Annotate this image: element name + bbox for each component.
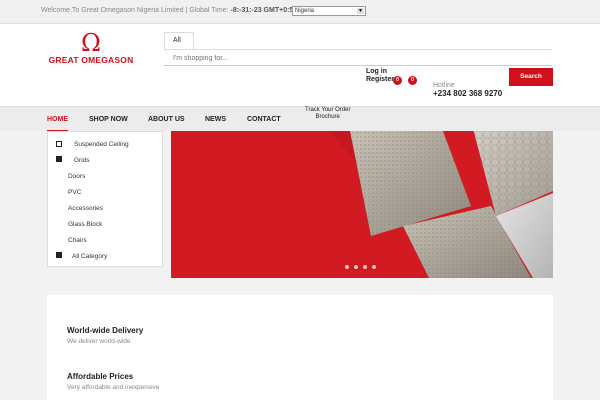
omega-logo-icon: Ω [81,29,101,57]
search-divider [164,49,552,50]
nav-contact[interactable]: CONTACT [247,116,281,123]
country-select[interactable]: Nigeria ▼ [292,6,366,16]
ceiling-tiles-image [171,131,553,278]
search-button[interactable]: Search [509,68,553,86]
register-link[interactable]: Register [366,76,394,84]
category-doors[interactable]: Doors [68,173,85,180]
brand-name: GREAT OMEGASON [48,55,134,65]
hotline-number[interactable]: +234 802 368 9270 [433,89,502,98]
slide-dot[interactable] [372,265,376,269]
category-chairs[interactable]: Chairs [68,237,87,244]
wishlist-count-badge[interactable]: 0 [393,76,402,85]
welcome-text: Welcome To Great Omegason Nigeria Limite… [41,7,307,14]
login-link[interactable]: Log in [366,68,394,76]
category-pvc[interactable]: PVC [68,189,81,196]
nav-about-us[interactable]: ABOUT US [148,116,185,123]
slide-dot[interactable] [354,265,358,269]
header: Ω GREAT OMEGASON All Log in Register 0 0… [0,24,600,106]
feature-title: World-wide Delivery [67,326,144,335]
feature-subtitle: We deliver world-wide [67,338,131,345]
feature-title: Affordable Prices [67,372,134,381]
cart-count-badge[interactable]: 0 [408,76,417,85]
nav-home[interactable]: HOME [47,116,68,132]
grid-icon [56,156,62,162]
nav-news[interactable]: NEWS [205,116,226,123]
logo[interactable]: Ω GREAT OMEGASON [45,29,137,65]
nav-brochure[interactable]: Brochure [305,114,350,121]
slide-dot[interactable] [363,265,367,269]
top-bar: Welcome To Great Omegason Nigeria Limite… [0,0,600,24]
category-accessories[interactable]: Accessories [68,205,103,212]
chevron-down-icon: ▼ [357,8,364,14]
category-all[interactable]: All Category [72,253,107,260]
features-section: World-wide Delivery We deliver world-wid… [47,295,553,400]
checkbox-icon [56,141,62,147]
feature-subtitle: Very affordable and inexpensive [67,384,160,391]
grid-icon [56,252,62,258]
category-grids[interactable]: Grids [74,157,90,164]
account-links: Log in Register [366,68,394,84]
nav-extra-links: Track Your Order Brochure [305,107,350,121]
category-sidebar: Suspended Ceiling Grids Doors PVC Access… [47,131,163,267]
category-glass-block[interactable]: Glass Block [68,221,102,228]
slide-dot[interactable] [345,265,349,269]
nav-track-order[interactable]: Track Your Order [305,107,350,114]
welcome-message: Welcome To Great Omegason Nigeria Limite… [41,7,229,14]
main-nav: HOME SHOP NOW ABOUT US NEWS CONTACT Trac… [0,106,600,132]
search-category-select[interactable]: All [164,32,194,50]
category-suspended-ceiling[interactable]: Suspended Ceiling [74,141,129,148]
search-input[interactable] [164,52,552,66]
hero-banner[interactable] [171,131,553,278]
country-value: Nigeria [295,8,315,14]
nav-shop-now[interactable]: SHOP NOW [89,116,128,123]
hotline-label: Hotline [433,82,455,89]
